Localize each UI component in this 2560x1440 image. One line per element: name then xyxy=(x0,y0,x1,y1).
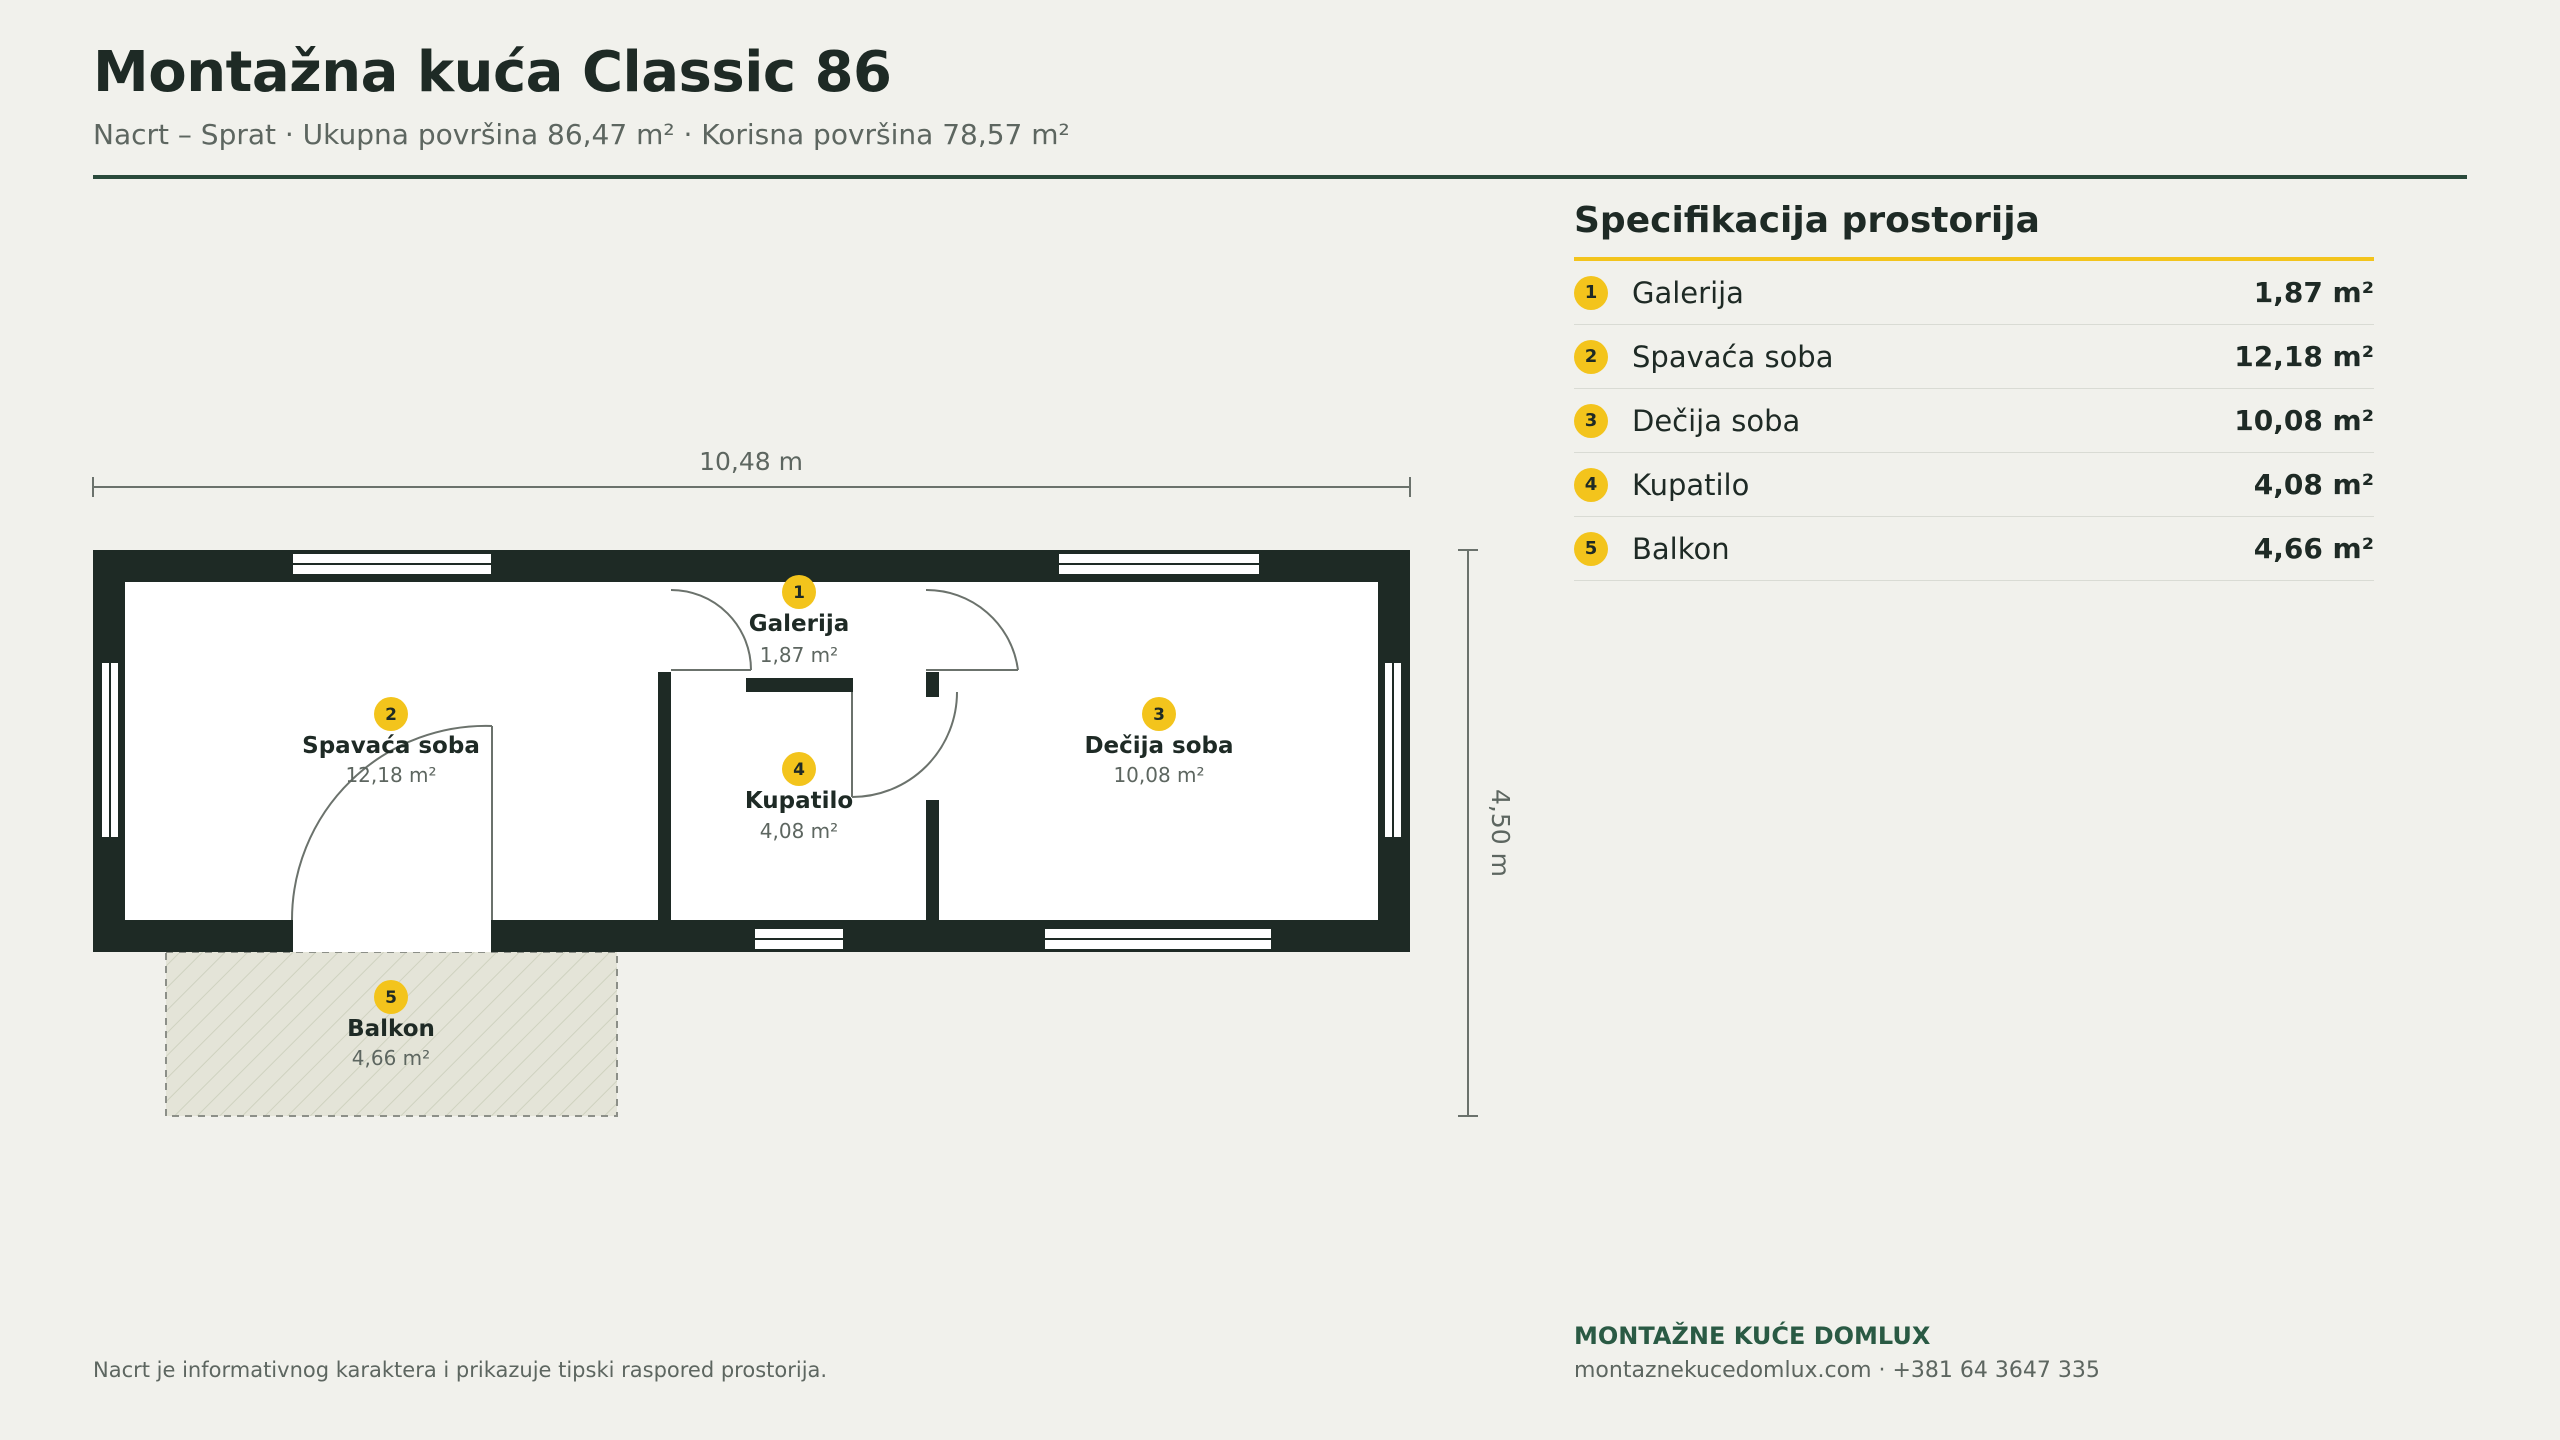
room-number: 2 xyxy=(385,705,397,725)
room-area: 10,08 m² xyxy=(2234,404,2374,437)
width-label: 10,48 m xyxy=(699,447,803,476)
room-name: Balkon xyxy=(347,1016,435,1042)
spec-row: 5 Balkon 4,66 m² xyxy=(1574,517,2374,581)
room-name: Spavaća soba xyxy=(302,733,480,759)
number-badge: 1 xyxy=(1574,275,1608,310)
balcony-door-opening xyxy=(293,920,491,952)
room-area: 12,18 m² xyxy=(2234,340,2374,373)
depth-dimension: 4,50 m xyxy=(1458,549,1515,1117)
room-name: Kupatilo xyxy=(1632,467,1750,502)
room-specification: Specifikacija prostorija 1 Galerija 1,87… xyxy=(1574,200,2374,581)
spec-row: 1 Galerija 1,87 m² xyxy=(1574,261,2374,325)
room-name: Galerija xyxy=(749,611,850,637)
room-area: 12,18 m² xyxy=(345,763,436,787)
depth-label: 4,50 m xyxy=(1486,789,1515,877)
room-area: 4,08 m² xyxy=(2253,468,2374,501)
contact-info: montaznekucedomlux.com · +381 64 3647 33… xyxy=(1574,1358,2100,1383)
room-area: 10,08 m² xyxy=(1113,763,1204,787)
room-area: 1,87 m² xyxy=(2253,276,2374,309)
room-name: Dečija soba xyxy=(1632,403,1801,438)
spec-list: 1 Galerija 1,87 m² 2 Spavaća soba 12,18 … xyxy=(1574,261,2374,581)
room-name: Dečija soba xyxy=(1084,733,1233,759)
number-badge: 4 xyxy=(1574,467,1608,502)
number-badge: 3 xyxy=(1574,403,1608,438)
room-number: 1 xyxy=(793,583,805,603)
room-area: 4,66 m² xyxy=(352,1046,430,1070)
brand-name: MONTAŽNE KUĆE DOMLUX xyxy=(1574,1322,1931,1350)
room-area: 4,08 m² xyxy=(760,819,838,843)
room-area: 1,87 m² xyxy=(760,643,838,667)
room-number: 3 xyxy=(1153,705,1165,725)
room-name: Kupatilo xyxy=(745,788,853,814)
disclaimer-note: Nacrt je informativnog karaktera i prika… xyxy=(93,1358,828,1382)
floor-plan: 10,48 m 4,50 m 1 Galerija 1,87 m² 2 Spav… xyxy=(92,447,1515,1117)
room-name: Balkon xyxy=(1632,531,1730,566)
spec-row: 3 Dečija soba 10,08 m² xyxy=(1574,389,2374,453)
number-badge: 2 xyxy=(1574,339,1608,374)
room-number: 4 xyxy=(793,760,805,780)
number-badge: 5 xyxy=(1574,531,1608,566)
room-number: 5 xyxy=(385,988,397,1008)
spec-row: 4 Kupatilo 4,08 m² xyxy=(1574,453,2374,517)
room-area: 4,66 m² xyxy=(2253,532,2374,565)
width-dimension: 10,48 m xyxy=(92,447,1411,497)
spec-row: 2 Spavaća soba 12,18 m² xyxy=(1574,325,2374,389)
spec-title: Specifikacija prostorija xyxy=(1574,200,2374,261)
room-name: Spavaća soba xyxy=(1632,339,1834,374)
room-name: Galerija xyxy=(1632,275,1744,310)
